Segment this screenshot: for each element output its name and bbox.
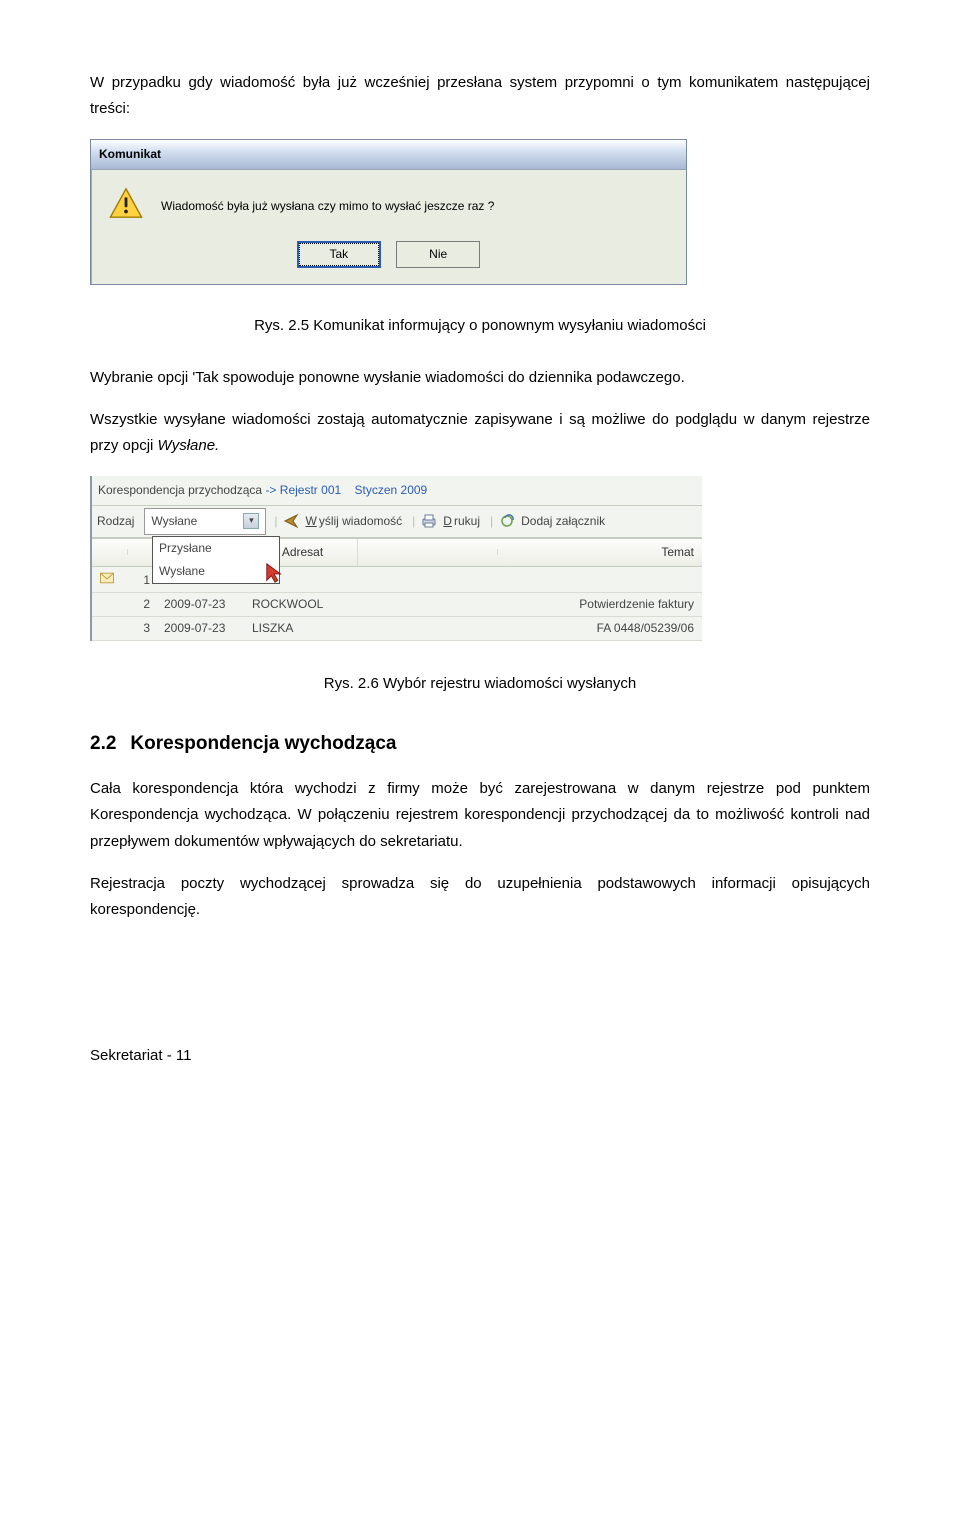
register-title: Korespondencja przychodząca -> Rejestr 0… [92,476,702,506]
cell-temat [498,579,698,581]
send-icon [283,513,299,529]
no-button[interactable]: Nie [396,241,480,268]
rodzaj-label: Rodzaj [97,511,134,532]
figure-caption-2-5: Rys. 2.5 Komunikat informujący o ponowny… [90,313,870,339]
add-attachment-button[interactable]: Dodaj załącznik [521,511,605,532]
register-title-a: Korespondencja przychodząca [98,483,265,497]
intro-paragraph: W przypadku gdy wiadomość była już wcześ… [90,70,870,123]
register-month: Styczen 2009 [355,483,428,497]
paragraph-tak-option: Wybranie opcji 'Tak spowoduje ponowne wy… [90,365,870,391]
register-screenshot: Korespondencja przychodząca -> Rejestr 0… [90,476,702,641]
print-label-rest: rukuj [454,514,480,528]
attachment-icon [499,513,515,529]
dialog-titlebar: Komunikat [91,140,686,170]
cell-num: 2 [128,593,160,616]
yes-button[interactable]: Tak [297,241,381,268]
section-heading: 2.2 Korespondencja wychodząca [90,727,870,760]
toolbar-separator: | [274,511,277,532]
chevron-down-icon[interactable]: ▾ [243,513,259,529]
paragraph-autosave-b: Wysłane. [158,437,220,454]
option-przyslane[interactable]: Przysłane [153,537,279,560]
dialog-message: Wiadomość była już wysłana czy mimo to w… [161,196,494,217]
cell-date: 2009-07-23 [160,617,248,640]
row-icon [96,569,128,592]
toolbar-row: Rodzaj Wysłane ▾ | Wyślij wiadomość | Dr… [92,506,702,538]
section-paragraph-1: Cała korespondencja która wychodzi z fir… [90,776,870,855]
section-title: Korespondencja wychodząca [130,727,396,760]
col-temat: Temat [498,539,698,566]
paragraph-autosave: Wszystkie wysyłane wiadomości zostają au… [90,407,870,460]
table-row: 2 2009-07-23 ROCKWOOL Potwierdzenie fakt… [92,593,702,617]
rodzaj-dropdown[interactable]: Wysłane ▾ [144,508,266,535]
cell-adresat: ROCKWOOL [248,593,358,616]
warning-icon [109,186,143,227]
page-footer: Sekretariat - 11 [90,1043,870,1069]
send-label-u: W [305,514,316,528]
cell-date: 2009-07-23 [160,593,248,616]
cell-temat: FA 0448/05239/06 [498,617,698,640]
message-dialog: Komunikat Wiadomość była już wysłana czy… [90,139,687,285]
register-title-b: -> Rejestr [265,483,317,497]
section-paragraph-2: Rejestracja poczty wychodzącej sprowadza… [90,871,870,924]
rodzaj-dropdown-value: Wysłane [151,511,197,532]
toolbar-separator: | [490,511,493,532]
cursor-icon [264,562,286,591]
register-number: 001 [321,483,341,497]
print-icon [421,513,437,529]
rodzaj-dropdown-list[interactable]: Przysłane Wysłane [152,536,280,584]
section-number: 2.2 [90,727,116,760]
cell-num: 3 [128,617,160,640]
cell-temat: Potwierdzenie faktury [498,593,698,616]
send-message-button[interactable]: Wyślij wiadomość [305,511,404,532]
send-label-rest: yślij wiadomość [319,514,402,528]
option-wyslane[interactable]: Wysłane [153,560,279,583]
figure-caption-2-6: Rys. 2.6 Wybór rejestru wiadomości wysła… [90,671,870,697]
table-row: 3 2009-07-23 LISZKA FA 0448/05239/06 [92,617,702,641]
toolbar-separator: | [412,511,415,532]
cell-adresat: LISZKA [248,617,358,640]
print-label-u: D [443,514,452,528]
print-button[interactable]: Drukuj [443,511,482,532]
